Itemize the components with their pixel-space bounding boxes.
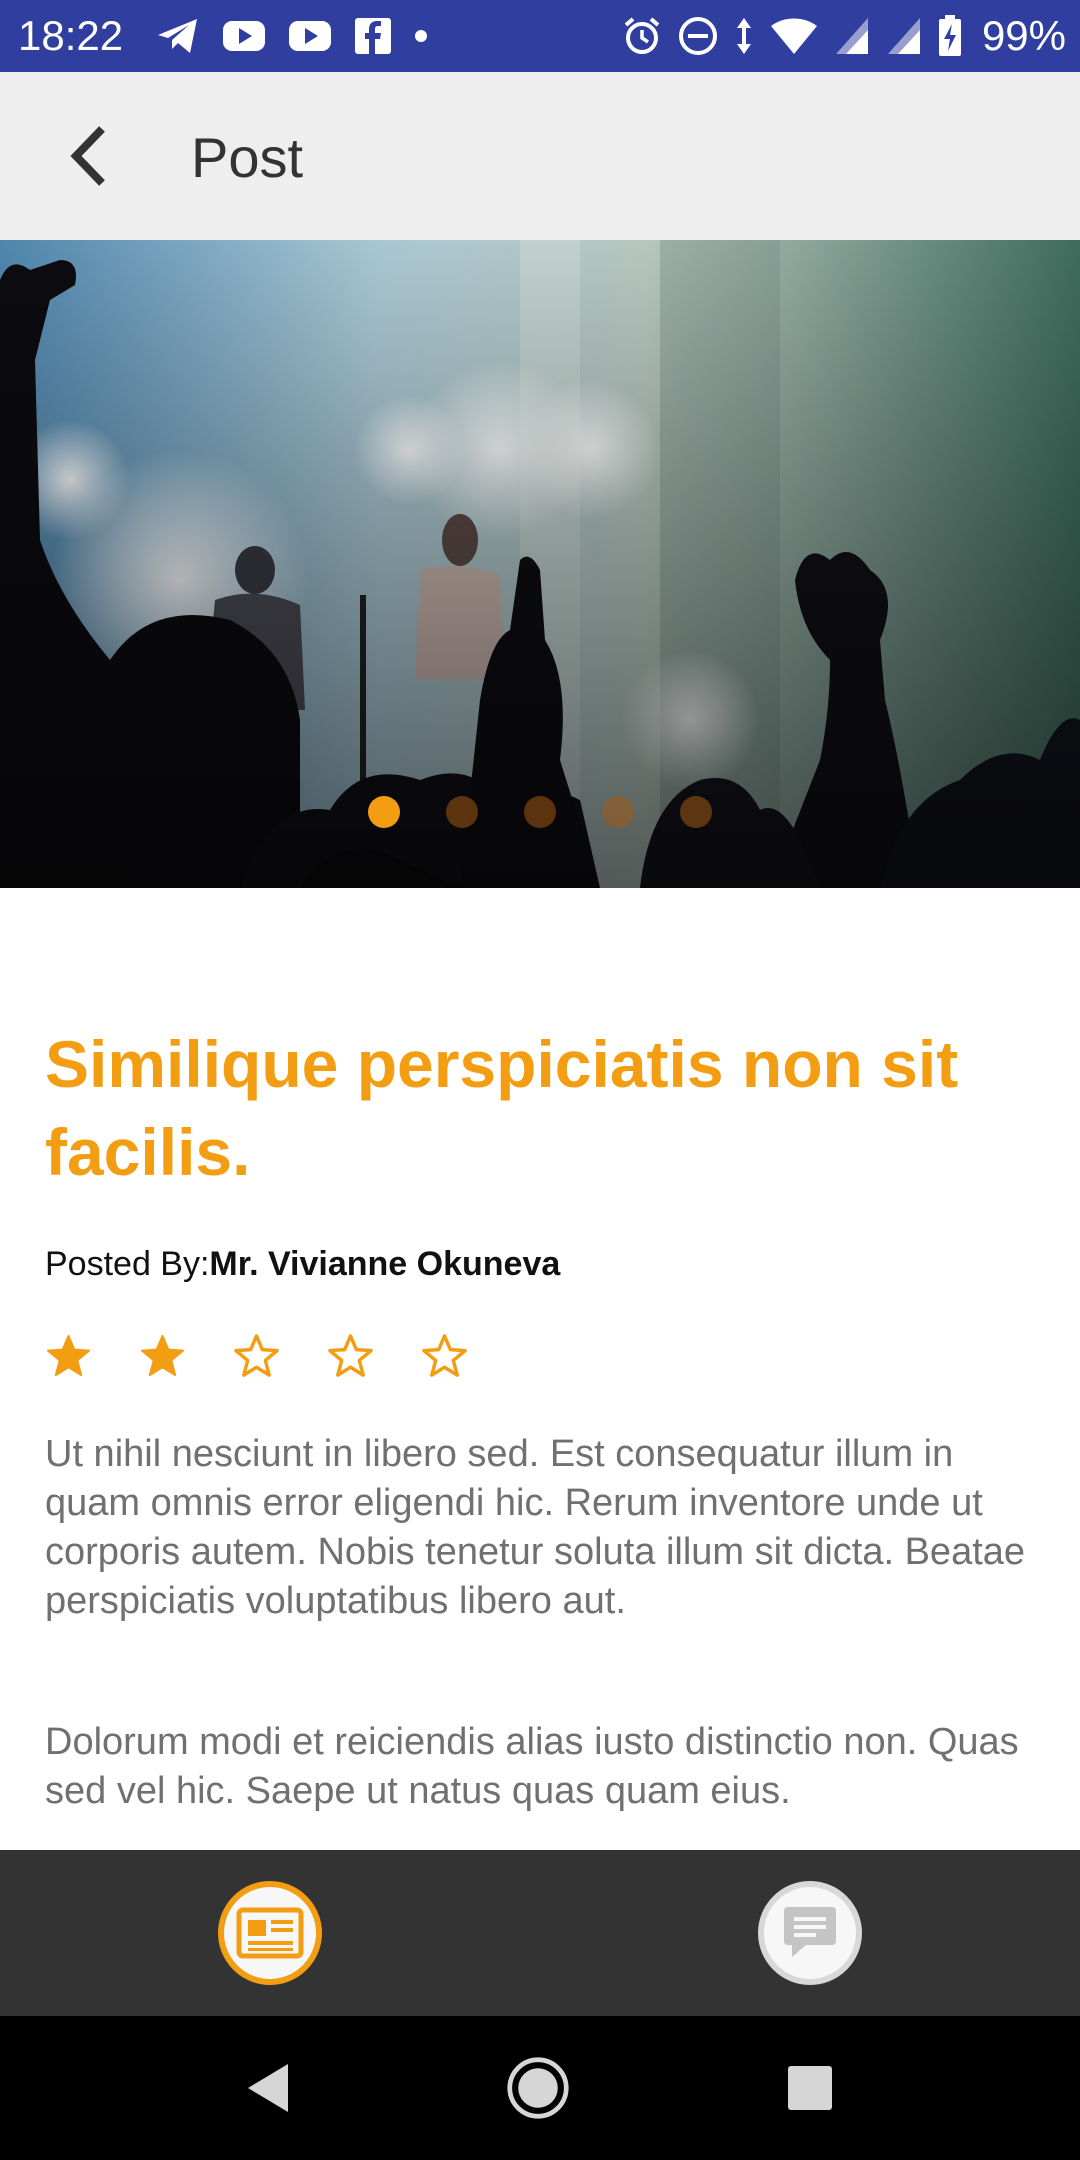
carousel-dot[interactable] [446,796,478,828]
alarm-icon [624,17,660,54]
post-paragraph: Ut nihil nesciunt in libero sed. Est con… [45,1433,1026,1622]
carousel-indicator [0,796,1080,830]
posted-by: Posted By:Mr. Vivianne Okuneva [45,1244,560,1284]
system-back-button[interactable] [236,2056,300,2120]
signal-icon [888,18,920,54]
signal-icon [836,18,868,54]
star-outline-icon[interactable] [233,1333,280,1380]
status-notification-icons [156,14,428,58]
newspaper-icon [236,1907,304,1959]
carousel-dot[interactable] [602,796,634,828]
star-rating[interactable] [45,1333,468,1381]
post-title: Similique perspiciatis non sit facilis. [45,1027,959,1189]
status-time: 18:22 [18,12,124,59]
author-name[interactable]: Mr. Vivianne Okuneva [209,1245,560,1283]
carousel-dot[interactable] [680,796,712,828]
system-home-button[interactable] [506,2056,570,2120]
recents-square-icon [788,2066,832,2110]
star-outline-icon[interactable] [421,1333,468,1380]
app-bar: Post [0,72,1080,240]
status-system-icons [622,14,962,58]
data-arrows-icon [737,18,751,54]
page-title: Post [191,126,304,189]
star-filled-icon[interactable] [45,1333,92,1380]
back-triangle-icon [248,2064,288,2112]
news-tab-button[interactable] [218,1881,322,1985]
star-filled-icon[interactable] [139,1333,186,1380]
chat-tab-button[interactable] [758,1881,862,1985]
concert-crowd-photo [0,240,1080,888]
system-recents-button[interactable] [778,2056,842,2120]
system-navigation-bar [0,2016,1080,2160]
chat-icon [784,1907,836,1957]
image-carousel[interactable] [0,240,1080,888]
do-not-disturb-icon [679,17,717,55]
youtube-icon [289,21,331,51]
chevron-left-icon [70,126,105,186]
wifi-icon [771,18,817,54]
star-outline-icon[interactable] [327,1333,374,1380]
battery-charging-icon [939,15,961,56]
dot-icon [415,30,427,42]
bottom-navigation [0,1850,1080,2016]
battery-percentage: 99% [981,12,1066,59]
status-bar: 18:22 99% [0,0,1080,72]
carousel-dot[interactable] [368,796,400,828]
facebook-icon [355,18,391,54]
telegram-icon [158,19,197,53]
home-circle-icon [507,2057,569,2119]
post-paragraph: Dolorum modi et reiciendis alias iusto d… [45,1721,1019,1812]
carousel-dot[interactable] [524,796,556,828]
youtube-icon [223,21,265,51]
back-button[interactable] [40,108,136,204]
posted-by-label: Posted By: [45,1245,210,1283]
